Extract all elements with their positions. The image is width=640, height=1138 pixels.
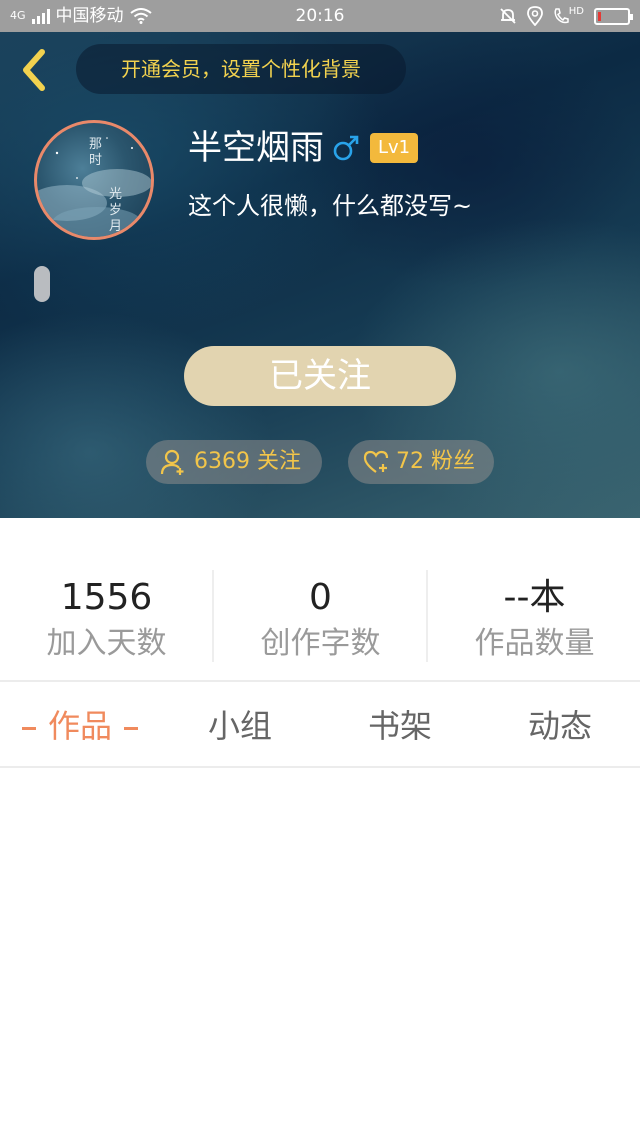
location-icon xyxy=(526,6,543,26)
bio-text: 这个人很懒，什么都没写~ xyxy=(188,192,473,220)
following-pill[interactable]: 6369 关注 xyxy=(146,440,322,484)
back-button[interactable] xyxy=(14,46,54,94)
bell-off-icon xyxy=(499,7,517,25)
tab-label: 书架 xyxy=(367,707,432,745)
tab-activity[interactable]: 动态 xyxy=(480,684,640,768)
avatar-char: 月 xyxy=(109,219,123,234)
chevron-left-icon xyxy=(23,49,45,91)
stat-join-days: 1556 加入天数 xyxy=(0,518,213,682)
username-row: 半空烟雨 Lv1 xyxy=(188,128,419,168)
add-user-icon xyxy=(160,449,184,475)
stats-section: 1556 加入天数 0 创作字数 --本 作品数量 xyxy=(0,518,640,682)
stat-label: 加入天数 xyxy=(46,626,167,661)
profile-header: 开通会员，设置个性化背景 那 时 光 岁 月 半空烟雨 Lv1 这个人很懒，什么… xyxy=(0,32,640,518)
tab-label: 动态 xyxy=(527,707,592,745)
fans-count: 72 粉丝 xyxy=(396,449,475,474)
level-badge: Lv1 xyxy=(370,133,419,163)
status-bar: 4G 中国移动 20:16 HD xyxy=(0,0,640,32)
stat-value: --本 xyxy=(503,577,566,618)
works-content xyxy=(0,770,640,1138)
hd-call-icon: HD xyxy=(553,7,584,25)
heart-plus-icon xyxy=(363,450,389,473)
battery-fill xyxy=(598,11,601,21)
vip-banner[interactable]: 开通会员，设置个性化背景 xyxy=(76,44,406,94)
scroll-handle[interactable] xyxy=(34,266,50,302)
tab-works[interactable]: 作品 xyxy=(0,684,160,768)
stat-label: 作品数量 xyxy=(474,626,595,661)
stat-value: 1556 xyxy=(60,577,153,618)
status-right: HD xyxy=(499,0,633,32)
stat-works-count: --本 作品数量 xyxy=(428,518,640,682)
fans-pill[interactable]: 72 粉丝 xyxy=(348,440,494,484)
tab-label: 小组 xyxy=(207,707,272,745)
battery-icon xyxy=(594,7,633,25)
stat-value: 0 xyxy=(309,577,332,618)
tab-label: 作品 xyxy=(47,707,112,745)
active-dash xyxy=(21,726,36,730)
follow-button[interactable]: 已关注 xyxy=(184,346,456,406)
active-dash xyxy=(124,726,138,730)
tab-bar: 作品 小组 书架 动态 xyxy=(0,684,640,768)
stat-label: 创作字数 xyxy=(260,626,381,661)
tab-bookshelf[interactable]: 书架 xyxy=(320,684,480,768)
following-count: 6369 关注 xyxy=(194,449,301,474)
avatar-char: 时 xyxy=(89,153,103,168)
avatar[interactable]: 那 时 光 岁 月 xyxy=(34,120,154,240)
hd-label: HD xyxy=(568,6,584,17)
stat-word-count: 0 创作字数 xyxy=(214,518,427,682)
tab-groups[interactable]: 小组 xyxy=(160,684,320,768)
male-icon xyxy=(332,133,360,163)
username: 半空烟雨 xyxy=(188,128,324,168)
